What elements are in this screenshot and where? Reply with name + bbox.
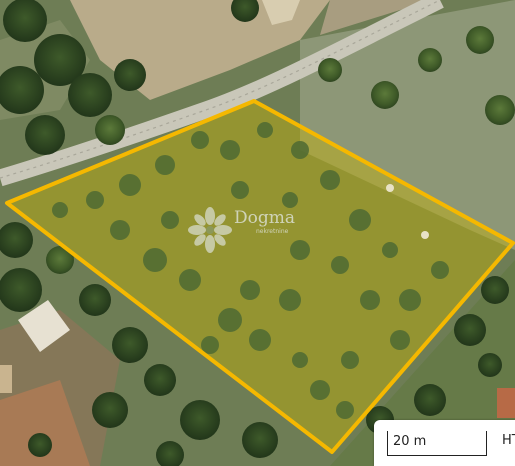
scale-bar: 20 m <box>387 431 487 456</box>
scale-control: 20 m HT <box>374 420 515 466</box>
watermark: Dogma nekretnine <box>188 206 295 258</box>
watermark-text: Dogma <box>234 208 296 228</box>
scale-extra-text: HT <box>502 433 515 448</box>
watermark-subtext: nekretnine <box>256 228 289 235</box>
building-roof-bottom-right <box>497 388 515 418</box>
scale-label: 20 m <box>393 434 427 449</box>
rock-marker <box>421 231 429 239</box>
building-left-small <box>0 365 12 393</box>
flower-logo-icon <box>188 207 232 253</box>
rock-marker <box>386 184 394 192</box>
